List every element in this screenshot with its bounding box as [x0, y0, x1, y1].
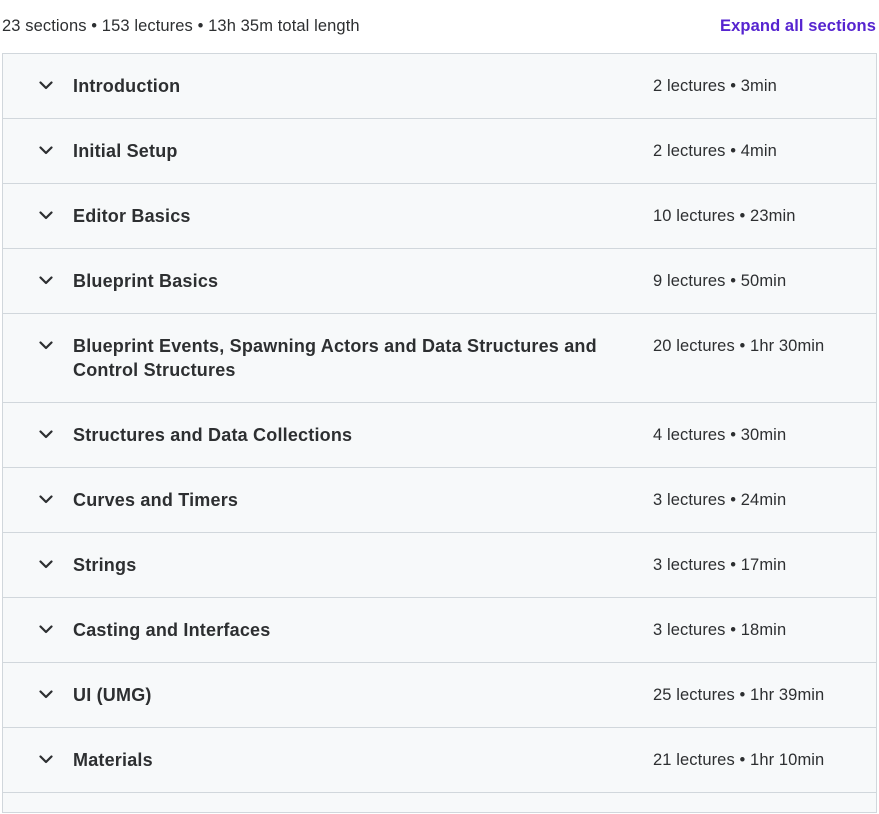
section-title: Structures and Data Collections [73, 425, 353, 445]
section-meta: 21 lectures • 1hr 10min [653, 751, 825, 769]
section-title: Curves and Timers [73, 490, 239, 510]
curriculum-header: 23 sections • 153 lectures • 13h 35m tot… [0, 0, 879, 53]
chevron-down-icon [38, 207, 54, 223]
section-meta: 10 lectures • 23min [653, 207, 796, 225]
section-row[interactable]: Introduction 2 lectures • 3min [3, 54, 876, 119]
section-row[interactable]: Materials 21 lectures • 1hr 10min [3, 728, 876, 793]
chevron-down-icon [38, 337, 54, 353]
section-meta: 25 lectures • 1hr 39min [653, 686, 825, 704]
section-title: Strings [73, 555, 137, 575]
curriculum-summary: 23 sections • 153 lectures • 13h 35m tot… [2, 17, 360, 35]
section-row[interactable]: Blueprint Basics 9 lectures • 50min [3, 249, 876, 314]
section-title: Blueprint Events, Spawning Actors and Da… [73, 336, 597, 380]
section-meta: 3 lectures • 18min [653, 621, 787, 639]
section-meta: 3 lectures • 17min [653, 556, 787, 574]
section-row[interactable]: Initial Setup 2 lectures • 4min [3, 119, 876, 184]
section-row[interactable]: Casting and Interfaces 3 lectures • 18mi… [3, 598, 876, 663]
chevron-down-icon [38, 142, 54, 158]
section-row[interactable]: UI (UMG) 25 lectures • 1hr 39min [3, 663, 876, 728]
chevron-down-icon [38, 751, 54, 767]
section-title: Editor Basics [73, 206, 191, 226]
section-row[interactable]: Editor Basics 10 lectures • 23min [3, 184, 876, 249]
section-meta: 4 lectures • 30min [653, 426, 787, 444]
section-meta: 2 lectures • 4min [653, 142, 777, 160]
section-title: UI (UMG) [73, 685, 152, 705]
section-row[interactable]: Structures and Data Collections 4 lectur… [3, 403, 876, 468]
section-title: Blueprint Basics [73, 271, 219, 291]
chevron-down-icon [38, 77, 54, 93]
curriculum-section-list: Introduction 2 lectures • 3min Initial S… [2, 53, 877, 813]
section-title: Materials [73, 750, 153, 770]
section-title: Casting and Interfaces [73, 620, 271, 640]
section-row-partial[interactable] [3, 793, 876, 813]
chevron-down-icon [38, 686, 54, 702]
section-meta: 2 lectures • 3min [653, 77, 777, 95]
section-row[interactable]: Strings 3 lectures • 17min [3, 533, 876, 598]
chevron-down-icon [38, 556, 54, 572]
section-row[interactable]: Curves and Timers 3 lectures • 24min [3, 468, 876, 533]
section-row[interactable]: Blueprint Events, Spawning Actors and Da… [3, 314, 876, 403]
expand-all-sections-button[interactable]: Expand all sections [720, 17, 876, 36]
chevron-down-icon [38, 426, 54, 442]
section-title: Introduction [73, 76, 181, 96]
section-meta: 3 lectures • 24min [653, 491, 787, 509]
chevron-down-icon [38, 272, 54, 288]
section-meta: 9 lectures • 50min [653, 272, 787, 290]
chevron-down-icon [38, 491, 54, 507]
section-title: Initial Setup [73, 141, 178, 161]
chevron-down-icon [38, 621, 54, 637]
section-meta: 20 lectures • 1hr 30min [653, 337, 825, 355]
